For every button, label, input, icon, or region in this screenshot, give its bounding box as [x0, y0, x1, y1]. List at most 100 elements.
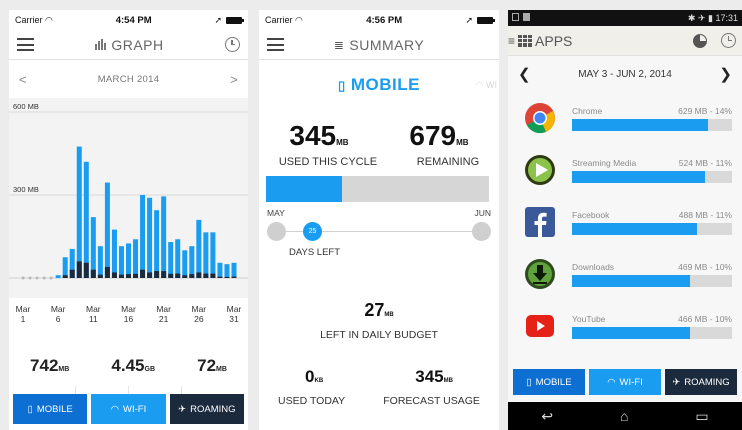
status-time: 17:31 [715, 12, 738, 23]
app-row[interactable]: Streaming Media 524 MB - 11% [508, 144, 742, 196]
app-name: YouTube [572, 313, 606, 324]
bar-wifi[interactable] [97, 246, 103, 278]
bar-mobile[interactable] [104, 266, 110, 278]
bar-mobile[interactable] [161, 271, 167, 278]
bar-mobile[interactable] [69, 269, 75, 278]
recents-icon[interactable]: ▭ [695, 408, 708, 425]
stat-mobile: 742MB [30, 356, 70, 375]
menu-icon[interactable] [17, 38, 34, 51]
bar-mobile[interactable] [168, 273, 174, 278]
back-icon[interactable]: ↩ [541, 408, 553, 425]
app-usage-fill [572, 118, 708, 131]
bar-mobile[interactable] [203, 273, 209, 278]
app-name: Facebook [572, 209, 610, 220]
bar-wifi[interactable] [210, 232, 216, 278]
bar-chart-icon [95, 39, 107, 50]
used-value: 345MB [289, 120, 349, 151]
bar-wifi[interactable] [55, 275, 61, 278]
bar-wifi[interactable] [196, 219, 202, 278]
tab-roaming[interactable]: ✈ ROAMING [665, 369, 737, 395]
nav-bar: GRAPH [9, 30, 248, 60]
wifi-icon: ◠ [475, 79, 484, 90]
next-month-arrow-icon[interactable]: > [230, 72, 238, 87]
downloads-icon [524, 258, 556, 290]
bar-wifi[interactable] [161, 196, 167, 278]
bar-mobile[interactable] [147, 272, 153, 278]
history-clock-icon[interactable] [224, 37, 240, 52]
apps-screen: ✱ ✈ ▮ 17:31 ≡ APPS ❮ MAY 3 - JUN 2, 2014… [508, 10, 742, 430]
bar-wifi[interactable] [203, 232, 209, 278]
carrier-label: Carrier [265, 14, 293, 25]
bar-mobile[interactable] [224, 276, 230, 278]
app-row[interactable]: YouTube 466 MB - 10% [508, 300, 742, 352]
mobile-tab[interactable]: ▯ MOBILE [338, 75, 420, 95]
pie-chart-icon[interactable] [693, 33, 707, 48]
bar-wifi[interactable] [175, 239, 181, 278]
bar-wifi[interactable] [147, 197, 153, 278]
bar-mobile[interactable] [189, 274, 195, 278]
bar-wifi[interactable] [83, 161, 89, 278]
bar-wifi[interactable] [133, 239, 139, 278]
bar-mobile[interactable] [118, 274, 124, 278]
tab-roaming[interactable]: ✈ ROAMING [169, 394, 244, 424]
prev-month-arrow-icon[interactable]: < [19, 72, 27, 87]
bar-wifi[interactable] [111, 229, 117, 278]
daily-budget-label: LEFT IN DAILY BUDGET [320, 329, 438, 341]
home-icon[interactable]: ⌂ [620, 408, 628, 424]
timeline-start-dot [267, 222, 286, 241]
bar-mobile[interactable] [196, 272, 202, 278]
tab-mobile[interactable]: ▯ MOBILE [13, 394, 88, 424]
bar-wifi[interactable] [76, 146, 82, 278]
bar-mobile[interactable] [154, 271, 160, 278]
bar-mobile[interactable] [133, 273, 139, 278]
wifi-tab-partial[interactable]: ◠ WI [476, 80, 497, 91]
app-row[interactable]: Chrome 629 MB - 14% [508, 92, 742, 144]
bar-mobile[interactable] [210, 273, 216, 278]
app-usage-fill [572, 326, 691, 339]
bar-wifi[interactable] [217, 262, 223, 278]
bar-mobile[interactable] [140, 269, 146, 278]
bar-wifi[interactable] [154, 210, 160, 278]
bar-mobile[interactable] [83, 262, 89, 278]
app-row[interactable]: Facebook 488 MB - 11% [508, 196, 742, 248]
app-info: Downloads 469 MB - 10% [572, 262, 732, 287]
bar-wifi[interactable] [140, 195, 146, 278]
bar-wifi[interactable] [231, 262, 237, 278]
bar-mobile[interactable] [111, 272, 117, 278]
menu-icon[interactable]: ≡ [508, 34, 515, 48]
bar-wifi[interactable] [224, 264, 230, 278]
bar-mobile[interactable] [126, 274, 131, 278]
bar-wifi[interactable] [126, 243, 131, 278]
prev-range-arrow-icon[interactable]: ❮ [518, 65, 531, 83]
tab-wifi[interactable]: ◠ WI-FI [91, 394, 166, 424]
app-row[interactable]: Downloads 469 MB - 10% [508, 248, 742, 300]
bar-wifi[interactable] [118, 246, 124, 278]
next-range-arrow-icon[interactable]: ❯ [719, 65, 732, 83]
bar-mobile[interactable] [97, 274, 103, 278]
airplane-mode-icon: ✈ [697, 12, 706, 23]
tab-wifi[interactable]: ◠ WI-FI [589, 369, 661, 395]
bar-wifi[interactable] [168, 242, 174, 278]
bar-mobile[interactable] [231, 276, 237, 278]
title-text: SUMMARY [349, 36, 425, 53]
used-label: USED THIS CYCLE [278, 156, 378, 168]
bar-mobile[interactable] [175, 273, 181, 278]
bar-mobile[interactable] [217, 276, 223, 278]
bar-mobile[interactable] [90, 269, 96, 278]
bar-mobile[interactable] [62, 275, 68, 278]
timeline-end-dot [472, 222, 491, 241]
bar-wifi[interactable] [62, 257, 68, 278]
app-info: Streaming Media 524 MB - 11% [572, 158, 732, 183]
bar-mobile[interactable] [182, 275, 188, 278]
page-title: ≣ SUMMARY [334, 37, 424, 53]
menu-icon[interactable] [267, 38, 284, 51]
forecast-label: FORECAST USAGE [383, 395, 480, 407]
bar-wifi[interactable] [90, 217, 96, 278]
bar-wifi[interactable] [104, 182, 110, 278]
history-clock-icon[interactable] [721, 33, 736, 48]
bar-wifi[interactable] [182, 250, 188, 278]
tab-mobile[interactable]: ▯ MOBILE [513, 369, 585, 395]
bar-mobile[interactable] [76, 261, 82, 278]
network-switcher: ▯ MOBILE ◠ WI [259, 60, 499, 110]
bar-wifi[interactable] [189, 246, 195, 278]
